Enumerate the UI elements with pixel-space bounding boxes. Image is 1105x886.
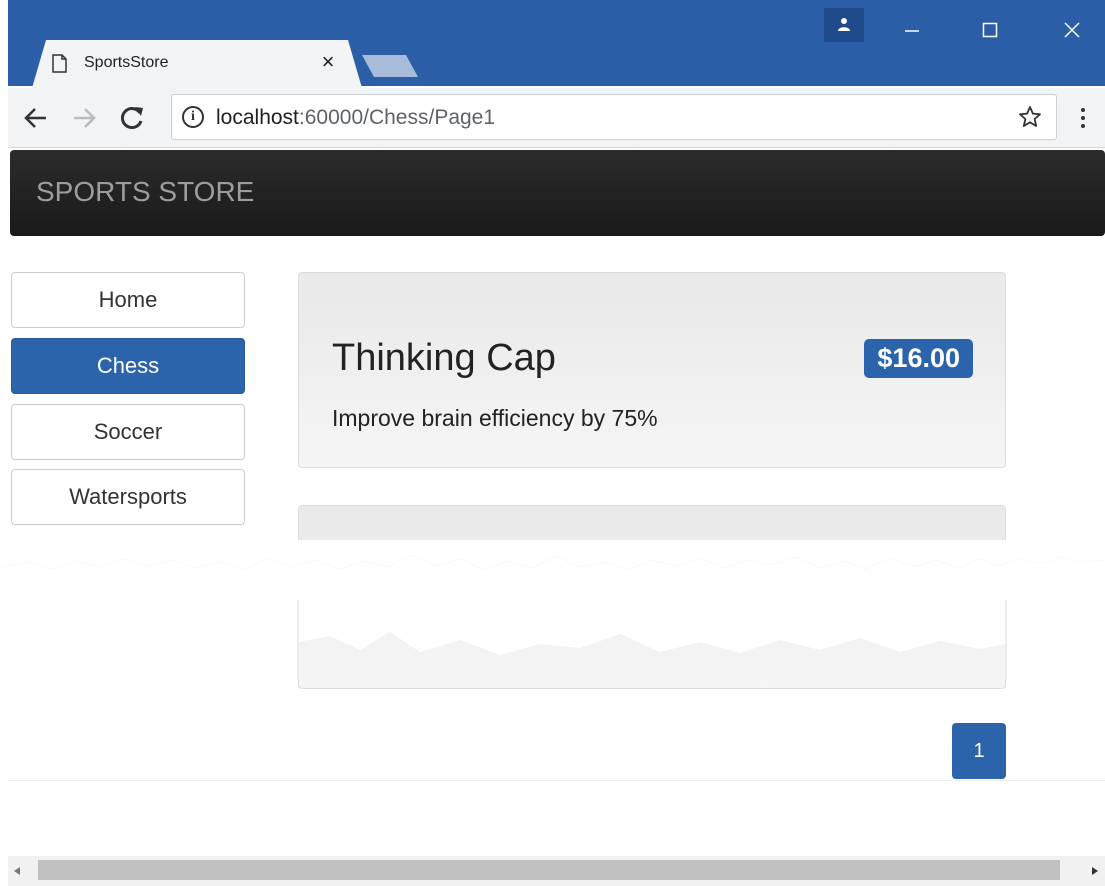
brand-title[interactable]: SPORTS STORE bbox=[36, 176, 254, 208]
browser-toolbar: i localhost:60000/Chess/Page1 bbox=[8, 88, 1105, 148]
product-card: Thinking Cap $16.00 Improve brain effici… bbox=[298, 272, 1006, 468]
close-icon bbox=[1064, 22, 1080, 38]
url-path: :60000/Chess/Page1 bbox=[298, 106, 496, 129]
category-home-button[interactable]: Home bbox=[11, 272, 245, 328]
maximize-icon bbox=[982, 22, 998, 38]
close-window-button[interactable] bbox=[1040, 0, 1104, 60]
more-menu-icon[interactable] bbox=[1073, 104, 1093, 132]
page-icon bbox=[52, 54, 67, 73]
reload-icon[interactable] bbox=[118, 104, 146, 132]
divider bbox=[8, 780, 1105, 781]
profile-button[interactable] bbox=[824, 8, 864, 42]
user-icon bbox=[838, 18, 850, 31]
tab-close-icon[interactable]: × bbox=[316, 50, 340, 74]
url-host: localhost bbox=[216, 106, 299, 129]
torn-page-break bbox=[0, 540, 1105, 680]
browser-tab[interactable]: SportsStore × bbox=[32, 40, 362, 88]
forward-arrow-icon[interactable] bbox=[70, 104, 98, 132]
category-chess-button[interactable]: Chess bbox=[11, 338, 245, 394]
product-description: Improve brain efficiency by 75% bbox=[332, 405, 658, 431]
maximize-button[interactable] bbox=[958, 0, 1022, 60]
price-badge: $16.00 bbox=[864, 339, 973, 378]
scroll-thumb[interactable] bbox=[38, 860, 1060, 880]
address-bar[interactable]: i localhost:60000/Chess/Page1 bbox=[171, 94, 1057, 140]
product-name: Thinking Cap bbox=[332, 337, 556, 379]
bookmark-star-icon[interactable] bbox=[1018, 105, 1042, 129]
info-icon[interactable]: i bbox=[182, 106, 204, 128]
scroll-left-arrow-icon[interactable] bbox=[10, 864, 24, 878]
url-text[interactable]: localhost:60000/Chess/Page1 bbox=[216, 106, 495, 130]
category-watersports-button[interactable]: Watersports bbox=[11, 469, 245, 525]
back-arrow-icon[interactable] bbox=[22, 104, 50, 132]
minimize-button[interactable] bbox=[880, 0, 944, 60]
store-navbar: SPORTS STORE bbox=[10, 150, 1105, 236]
page-1-button[interactable]: 1 bbox=[952, 723, 1006, 779]
tab-title: SportsStore bbox=[84, 54, 169, 71]
scroll-right-arrow-icon[interactable] bbox=[1088, 864, 1102, 878]
horizontal-scrollbar[interactable] bbox=[8, 856, 1105, 886]
minimize-icon bbox=[905, 30, 919, 32]
category-soccer-button[interactable]: Soccer bbox=[11, 404, 245, 460]
